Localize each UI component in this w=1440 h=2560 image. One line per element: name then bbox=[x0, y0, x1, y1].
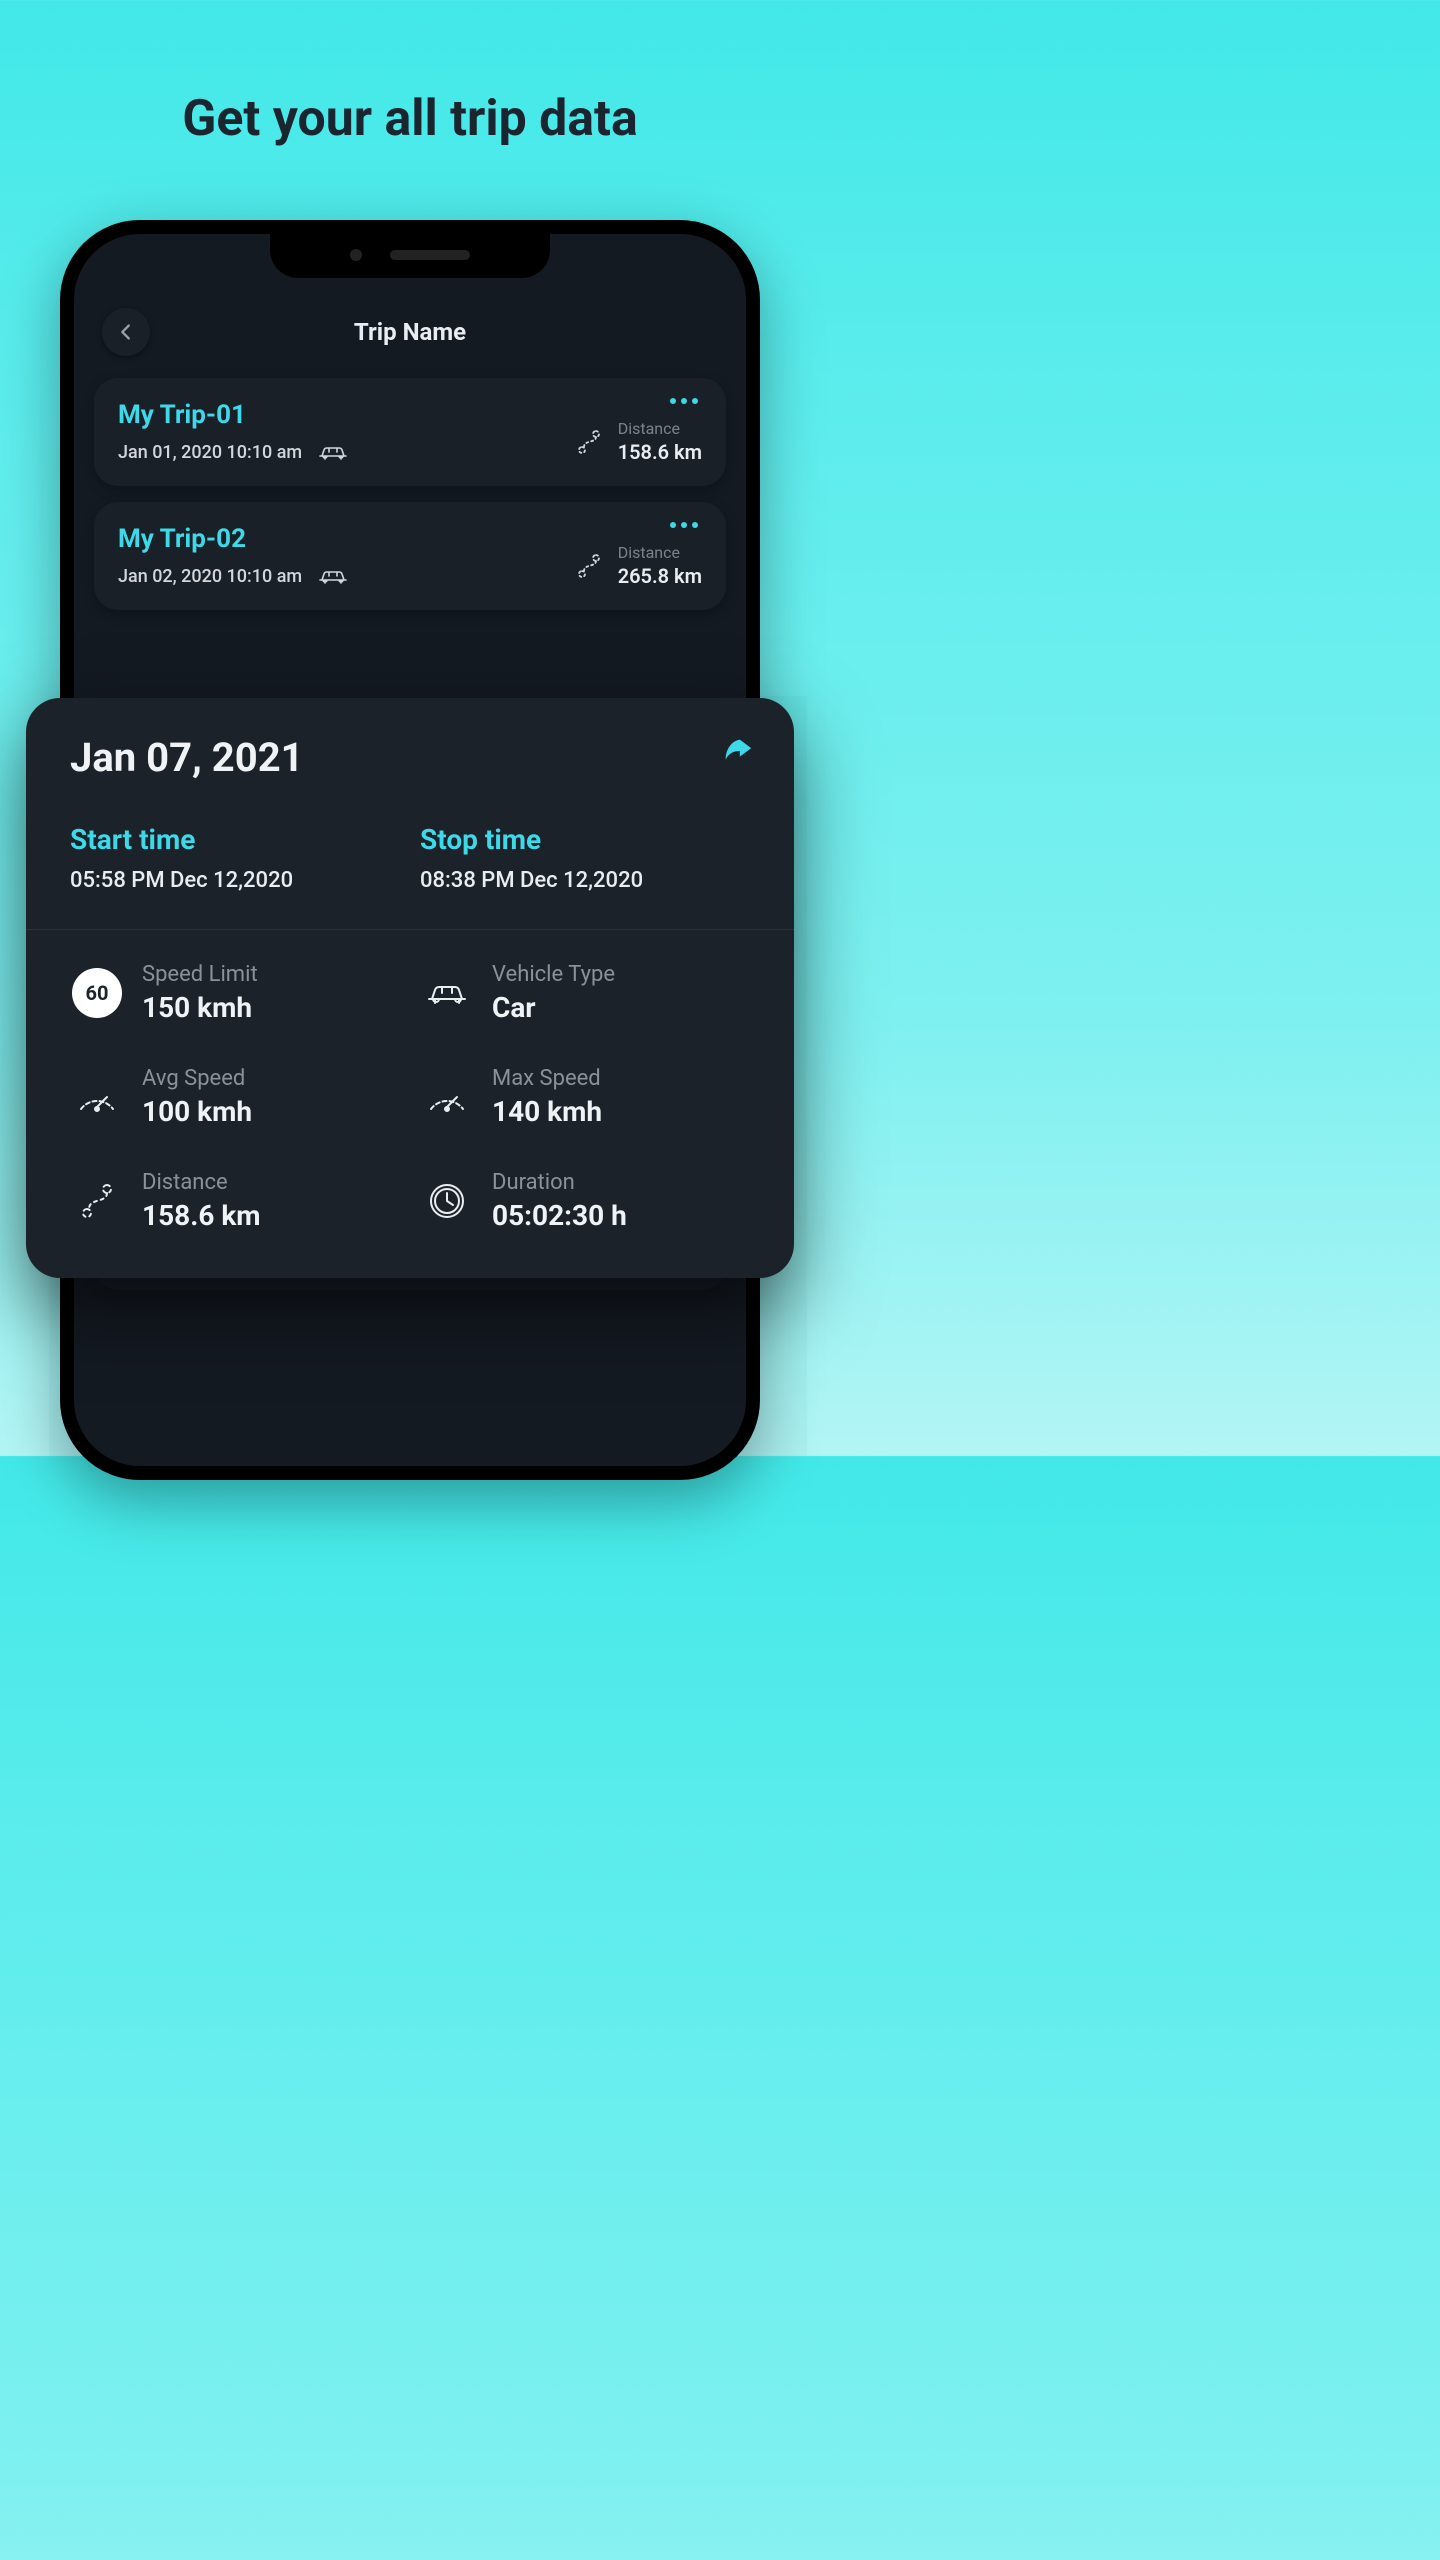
stat-vehicle-type: Vehicle Type Car bbox=[420, 962, 750, 1024]
stat-label: Distance bbox=[142, 1170, 261, 1195]
gauge-icon bbox=[420, 1070, 474, 1124]
stat-distance: Distance 158.6 km bbox=[70, 1170, 400, 1232]
stat-value: 05:02:30 h bbox=[492, 1199, 627, 1232]
stat-value: 140 kmh bbox=[492, 1095, 602, 1128]
stat-duration: Duration 05:02:30 h bbox=[420, 1170, 750, 1232]
more-options-button[interactable] bbox=[664, 516, 704, 534]
stat-label: Duration bbox=[492, 1170, 627, 1195]
distance-label: Distance bbox=[618, 419, 702, 438]
stat-value: 150 kmh bbox=[142, 991, 258, 1024]
car-icon bbox=[420, 966, 474, 1020]
stat-max-speed: Max Speed 140 kmh bbox=[420, 1066, 750, 1128]
stat-label: Vehicle Type bbox=[492, 962, 615, 987]
speed-limit-badge-icon: 60 bbox=[72, 968, 122, 1018]
start-time-value: 05:58 PM Dec 12,2020 bbox=[70, 868, 400, 893]
arrow-left-icon bbox=[115, 321, 137, 343]
stat-value: Car bbox=[492, 991, 615, 1024]
trip-card[interactable]: My Trip-02 Jan 02, 2020 10:10 am Distanc… bbox=[94, 502, 726, 610]
stop-time-label: Stop time bbox=[420, 823, 750, 856]
trip-detail-panel: Jan 07, 2021 Start time 05:58 PM Dec 12,… bbox=[26, 698, 794, 1278]
trip-datetime: Jan 01, 2020 10:10 am bbox=[118, 442, 302, 463]
stat-label: Max Speed bbox=[492, 1066, 602, 1091]
page-title: Get your all trip data bbox=[0, 90, 820, 148]
route-icon bbox=[70, 1174, 124, 1228]
stat-label: Speed Limit bbox=[142, 962, 258, 987]
more-options-button[interactable] bbox=[664, 392, 704, 410]
share-icon bbox=[720, 734, 754, 768]
trip-card[interactable]: My Trip-01 Jan 01, 2020 10:10 am Distanc… bbox=[94, 378, 726, 486]
stat-avg-speed: Avg Speed 100 kmh bbox=[70, 1066, 400, 1128]
divider bbox=[26, 929, 794, 930]
back-button[interactable] bbox=[102, 308, 150, 356]
start-time-label: Start time bbox=[70, 823, 400, 856]
stat-label: Avg Speed bbox=[142, 1066, 252, 1091]
stat-value: 100 kmh bbox=[142, 1095, 252, 1128]
stat-speed-limit: 60 Speed Limit 150 kmh bbox=[70, 962, 400, 1024]
route-icon bbox=[574, 551, 604, 581]
distance-value: 265.8 km bbox=[618, 564, 702, 588]
car-icon bbox=[316, 440, 350, 464]
distance-label: Distance bbox=[618, 543, 702, 562]
car-icon bbox=[316, 564, 350, 588]
trip-name: My Trip-02 bbox=[118, 524, 350, 554]
trip-name: My Trip-01 bbox=[118, 400, 350, 430]
distance-value: 158.6 km bbox=[618, 440, 702, 464]
gauge-icon bbox=[70, 1070, 124, 1124]
share-button[interactable] bbox=[720, 734, 754, 772]
header-title: Trip Name bbox=[354, 318, 466, 346]
trip-datetime: Jan 02, 2020 10:10 am bbox=[118, 566, 302, 587]
stop-time-value: 08:38 PM Dec 12,2020 bbox=[420, 868, 750, 893]
stat-value: 158.6 km bbox=[142, 1199, 261, 1232]
clock-icon bbox=[420, 1174, 474, 1228]
detail-date: Jan 07, 2021 bbox=[70, 734, 750, 781]
app-header: Trip Name bbox=[94, 304, 726, 360]
route-icon bbox=[574, 427, 604, 457]
